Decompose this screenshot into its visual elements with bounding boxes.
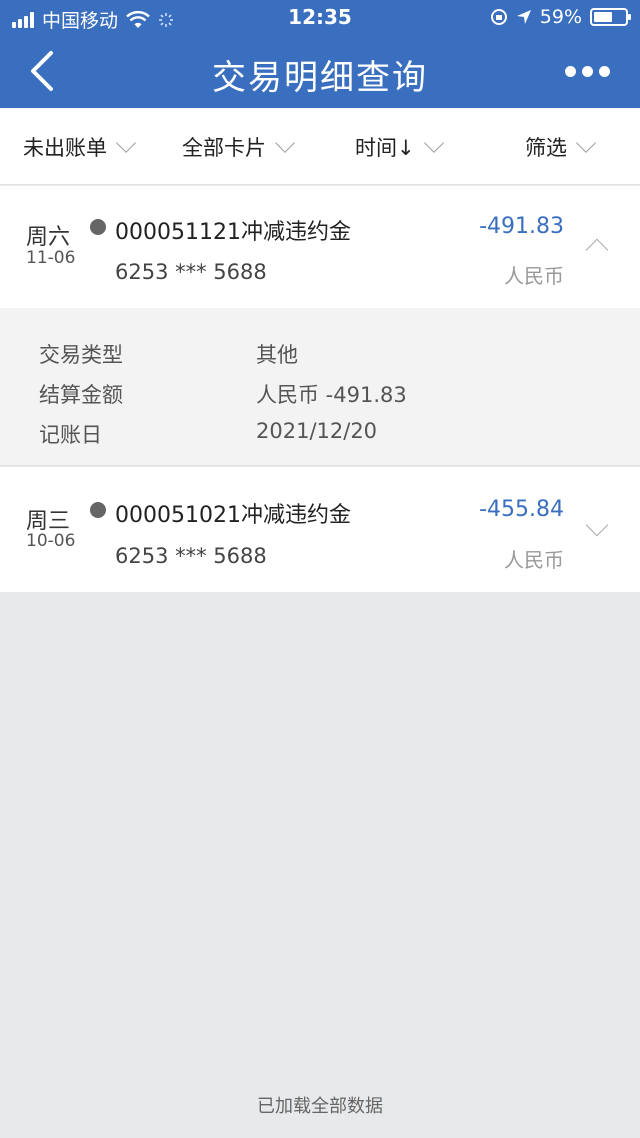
- more-dot-icon: [582, 66, 593, 77]
- status-dot: [90, 219, 106, 235]
- transaction-amount: -491.83: [479, 214, 564, 239]
- chevron-down-icon: [116, 133, 136, 153]
- battery-icon: [590, 8, 631, 26]
- transaction-weekday: 周六: [26, 225, 71, 250]
- detail-value: 人民币 -491.83: [256, 383, 407, 407]
- chevron-up-icon: [585, 238, 609, 262]
- filter-time-sort[interactable]: 时间↓: [355, 132, 444, 162]
- status-right: 59%: [490, 6, 631, 28]
- card-number: 6253 *** 5688: [115, 544, 267, 568]
- detail-key: 结算金额: [39, 383, 123, 407]
- transaction-date: 11-06: [26, 248, 76, 268]
- status-bar: 中国移动 12:35 59%: [0, 0, 640, 36]
- detail-key: 交易类型: [39, 343, 123, 367]
- battery-percent: 59%: [539, 6, 582, 28]
- expand-button[interactable]: [585, 513, 609, 537]
- page-title: 交易明细查询: [212, 58, 428, 98]
- filter-bar: 未出账单 全部卡片 时间↓ 筛选: [0, 108, 640, 185]
- card-number: 6253 *** 5688: [115, 260, 267, 284]
- top-bar: 中国移动 12:35 59% 交易明细查询: [0, 0, 640, 108]
- detail-key: 记账日: [39, 423, 102, 447]
- transaction-date: 10-06: [26, 531, 76, 551]
- filter-all-cards[interactable]: 全部卡片: [182, 132, 295, 162]
- filter-label: 时间↓: [355, 136, 415, 160]
- filter-label: 筛选: [525, 136, 567, 160]
- chevron-down-icon: [275, 133, 295, 153]
- more-dot-icon: [565, 66, 576, 77]
- more-dot-icon: [599, 66, 610, 77]
- location-icon: [516, 10, 531, 24]
- filter-label: 全部卡片: [182, 136, 266, 160]
- transaction-amount: -455.84: [479, 497, 564, 522]
- more-button[interactable]: [565, 66, 610, 77]
- transaction-description: 000051021冲减违约金: [115, 503, 351, 528]
- chevron-down-icon: [585, 513, 609, 537]
- filter-label: 未出账单: [23, 136, 107, 160]
- transaction-row[interactable]: 周三 10-06 000051021冲减违约金 6253 *** 5688 -4…: [0, 467, 640, 592]
- battery-fill: [594, 12, 612, 22]
- transaction-currency: 人民币: [504, 264, 564, 288]
- transaction-description: 000051121冲减违约金: [115, 220, 351, 245]
- detail-value: 其他: [256, 343, 298, 367]
- collapse-button[interactable]: [585, 238, 609, 262]
- rotation-lock-icon: [490, 9, 507, 25]
- transaction-currency: 人民币: [504, 548, 564, 572]
- load-complete-text: 已加载全部数据: [257, 1096, 383, 1117]
- nav-bar: 交易明细查询: [0, 36, 640, 108]
- transaction-row[interactable]: 周六 11-06 000051121冲减违约金 6253 *** 5688 -4…: [0, 186, 640, 308]
- filter-unbilled[interactable]: 未出账单: [23, 132, 136, 162]
- chevron-down-icon: [576, 133, 596, 153]
- detail-value: 2021/12/20: [256, 419, 378, 443]
- chevron-down-icon: [423, 133, 444, 153]
- filter-more[interactable]: 筛选: [525, 132, 596, 162]
- status-dot: [90, 502, 106, 518]
- transaction-detail-panel: 交易类型 其他 结算金额 人民币 -491.83 记账日 2021/12/20: [0, 308, 640, 466]
